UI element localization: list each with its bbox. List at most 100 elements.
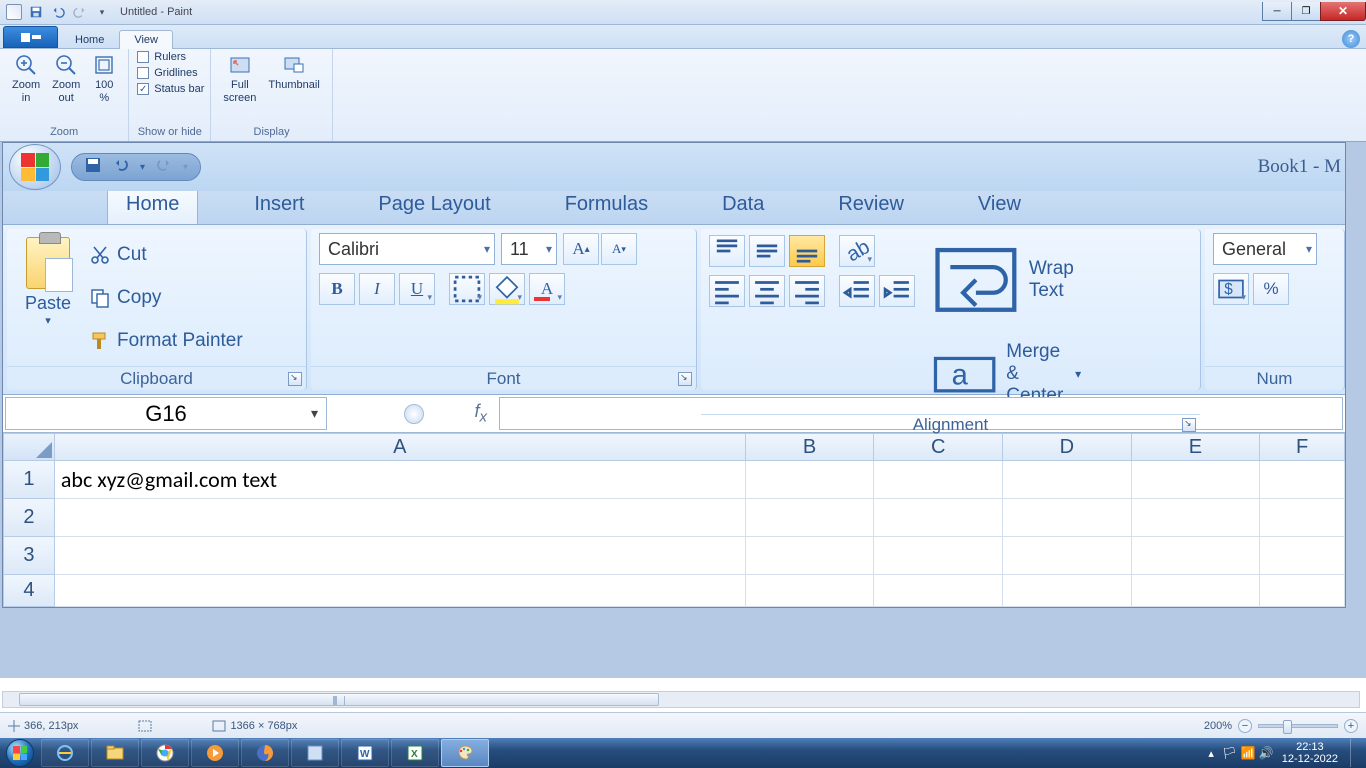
tab-excel-review[interactable]: Review xyxy=(820,187,922,224)
tab-excel-pagelayout[interactable]: Page Layout xyxy=(360,187,508,224)
qat-dd-icon[interactable]: ▾ xyxy=(140,162,145,173)
cell[interactable] xyxy=(746,537,875,575)
increase-font-button[interactable]: A▴ xyxy=(563,233,599,265)
clock[interactable]: 22:13 12-12-2022 xyxy=(1282,741,1338,765)
cell[interactable] xyxy=(55,575,746,607)
start-button[interactable] xyxy=(0,738,40,768)
fill-color-button[interactable] xyxy=(489,273,525,305)
align-middle-button[interactable] xyxy=(749,235,785,267)
paste-button[interactable]: Paste ▾ xyxy=(15,233,81,362)
fx-icon[interactable]: fx xyxy=(474,401,487,426)
help-icon[interactable]: ? xyxy=(1342,30,1360,48)
check-gridlines[interactable]: Gridlines xyxy=(137,67,204,79)
task-excel[interactable]: X xyxy=(391,739,439,767)
col-header-D[interactable]: D xyxy=(1003,433,1132,461)
maximize-button[interactable]: ❐ xyxy=(1291,2,1321,21)
font-size-combo[interactable]: 11 xyxy=(501,233,557,265)
qat-undo-icon[interactable] xyxy=(48,2,68,22)
row-header-3[interactable]: 3 xyxy=(3,537,55,575)
italic-button[interactable]: I xyxy=(359,273,395,305)
zoom-out-icon[interactable]: − xyxy=(1238,719,1252,733)
cell[interactable] xyxy=(1132,537,1261,575)
task-media[interactable] xyxy=(191,739,239,767)
task-paint[interactable] xyxy=(441,739,489,767)
name-box[interactable]: G16 xyxy=(5,397,327,430)
paint-canvas[interactable]: ▾ ▾ Book1 - M Home Insert Page Layout Fo… xyxy=(0,142,1366,678)
wrap-text-button[interactable]: Wrap Text xyxy=(929,233,1081,327)
check-rulers[interactable]: Rulers xyxy=(137,51,204,63)
qat-customize-icon[interactable]: ▾ xyxy=(92,2,112,22)
tab-excel-formulas[interactable]: Formulas xyxy=(547,187,666,224)
tab-home[interactable]: Home xyxy=(60,30,119,49)
cell-A1[interactable]: abc xyz@gmail.com text xyxy=(55,461,746,499)
dialog-launcher-icon[interactable] xyxy=(1182,418,1196,432)
tab-excel-view[interactable]: View xyxy=(960,187,1039,224)
number-format-combo[interactable]: General xyxy=(1213,233,1317,265)
cell[interactable] xyxy=(1003,461,1132,499)
zoom-slider[interactable] xyxy=(1258,724,1338,728)
office-button[interactable] xyxy=(9,144,61,190)
align-right-button[interactable] xyxy=(789,275,825,307)
horizontal-scrollbar[interactable] xyxy=(2,691,1360,708)
tab-excel-insert[interactable]: Insert xyxy=(236,187,322,224)
cell[interactable] xyxy=(1003,499,1132,537)
close-button[interactable]: ✕ xyxy=(1320,2,1366,21)
percent-button[interactable]: % xyxy=(1253,273,1289,305)
tab-excel-home[interactable]: Home xyxy=(107,186,198,224)
zoom-out-button[interactable]: Zoom out xyxy=(46,51,86,106)
task-word[interactable]: W xyxy=(341,739,389,767)
thumbnail-button[interactable]: Thumbnail xyxy=(262,51,325,94)
underline-button[interactable]: U xyxy=(399,273,435,305)
align-left-button[interactable] xyxy=(709,275,745,307)
cell[interactable] xyxy=(1260,461,1345,499)
zoom-100-button[interactable]: 100 % xyxy=(86,51,122,106)
increase-indent-button[interactable] xyxy=(879,275,915,307)
zoom-thumb[interactable] xyxy=(1283,720,1292,734)
qat-save-icon[interactable] xyxy=(26,2,46,22)
dialog-launcher-icon[interactable] xyxy=(678,372,692,386)
row-header-2[interactable]: 2 xyxy=(3,499,55,537)
task-firefox[interactable] xyxy=(241,739,289,767)
qat-dd-icon[interactable]: ▾ xyxy=(183,162,188,173)
decrease-font-button[interactable]: A▾ xyxy=(601,233,637,265)
qat-save-icon[interactable] xyxy=(84,156,102,179)
cell[interactable] xyxy=(874,575,1003,607)
qat-redo-icon[interactable] xyxy=(155,156,173,179)
row-header-4[interactable]: 4 xyxy=(3,575,55,607)
tab-view[interactable]: View xyxy=(119,30,173,49)
cell[interactable] xyxy=(1260,575,1345,607)
cell[interactable] xyxy=(55,499,746,537)
select-all-corner[interactable] xyxy=(3,433,55,461)
col-header-F[interactable]: F xyxy=(1260,433,1345,461)
align-bottom-button[interactable] xyxy=(789,235,825,267)
align-center-button[interactable] xyxy=(749,275,785,307)
paint-file-menu[interactable] xyxy=(3,26,58,48)
qat-redo-icon[interactable] xyxy=(70,2,90,22)
task-explorer[interactable] xyxy=(91,739,139,767)
col-header-A[interactable]: A xyxy=(55,433,746,461)
task-chrome[interactable] xyxy=(141,739,189,767)
border-button[interactable] xyxy=(449,273,485,305)
show-desktop-button[interactable] xyxy=(1350,739,1360,767)
cell[interactable] xyxy=(55,537,746,575)
col-header-E[interactable]: E xyxy=(1132,433,1261,461)
cell[interactable] xyxy=(1132,499,1261,537)
fullscreen-button[interactable]: Full screen xyxy=(217,51,262,106)
cell[interactable] xyxy=(874,499,1003,537)
font-color-button[interactable]: A xyxy=(529,273,565,305)
row-header-1[interactable]: 1 xyxy=(3,461,55,499)
col-header-C[interactable]: C xyxy=(874,433,1003,461)
task-ie[interactable] xyxy=(41,739,89,767)
cell[interactable] xyxy=(1260,499,1345,537)
scroll-thumb[interactable] xyxy=(19,693,659,706)
col-header-B[interactable]: B xyxy=(746,433,875,461)
cell[interactable] xyxy=(1003,537,1132,575)
dialog-launcher-icon[interactable] xyxy=(288,372,302,386)
qat-undo-icon[interactable] xyxy=(112,156,130,179)
decrease-indent-button[interactable] xyxy=(839,275,875,307)
task-app[interactable] xyxy=(291,739,339,767)
accounting-button[interactable]: $ xyxy=(1213,273,1249,305)
cell[interactable] xyxy=(874,537,1003,575)
orientation-button[interactable]: ab xyxy=(839,235,875,267)
cell[interactable] xyxy=(746,575,875,607)
